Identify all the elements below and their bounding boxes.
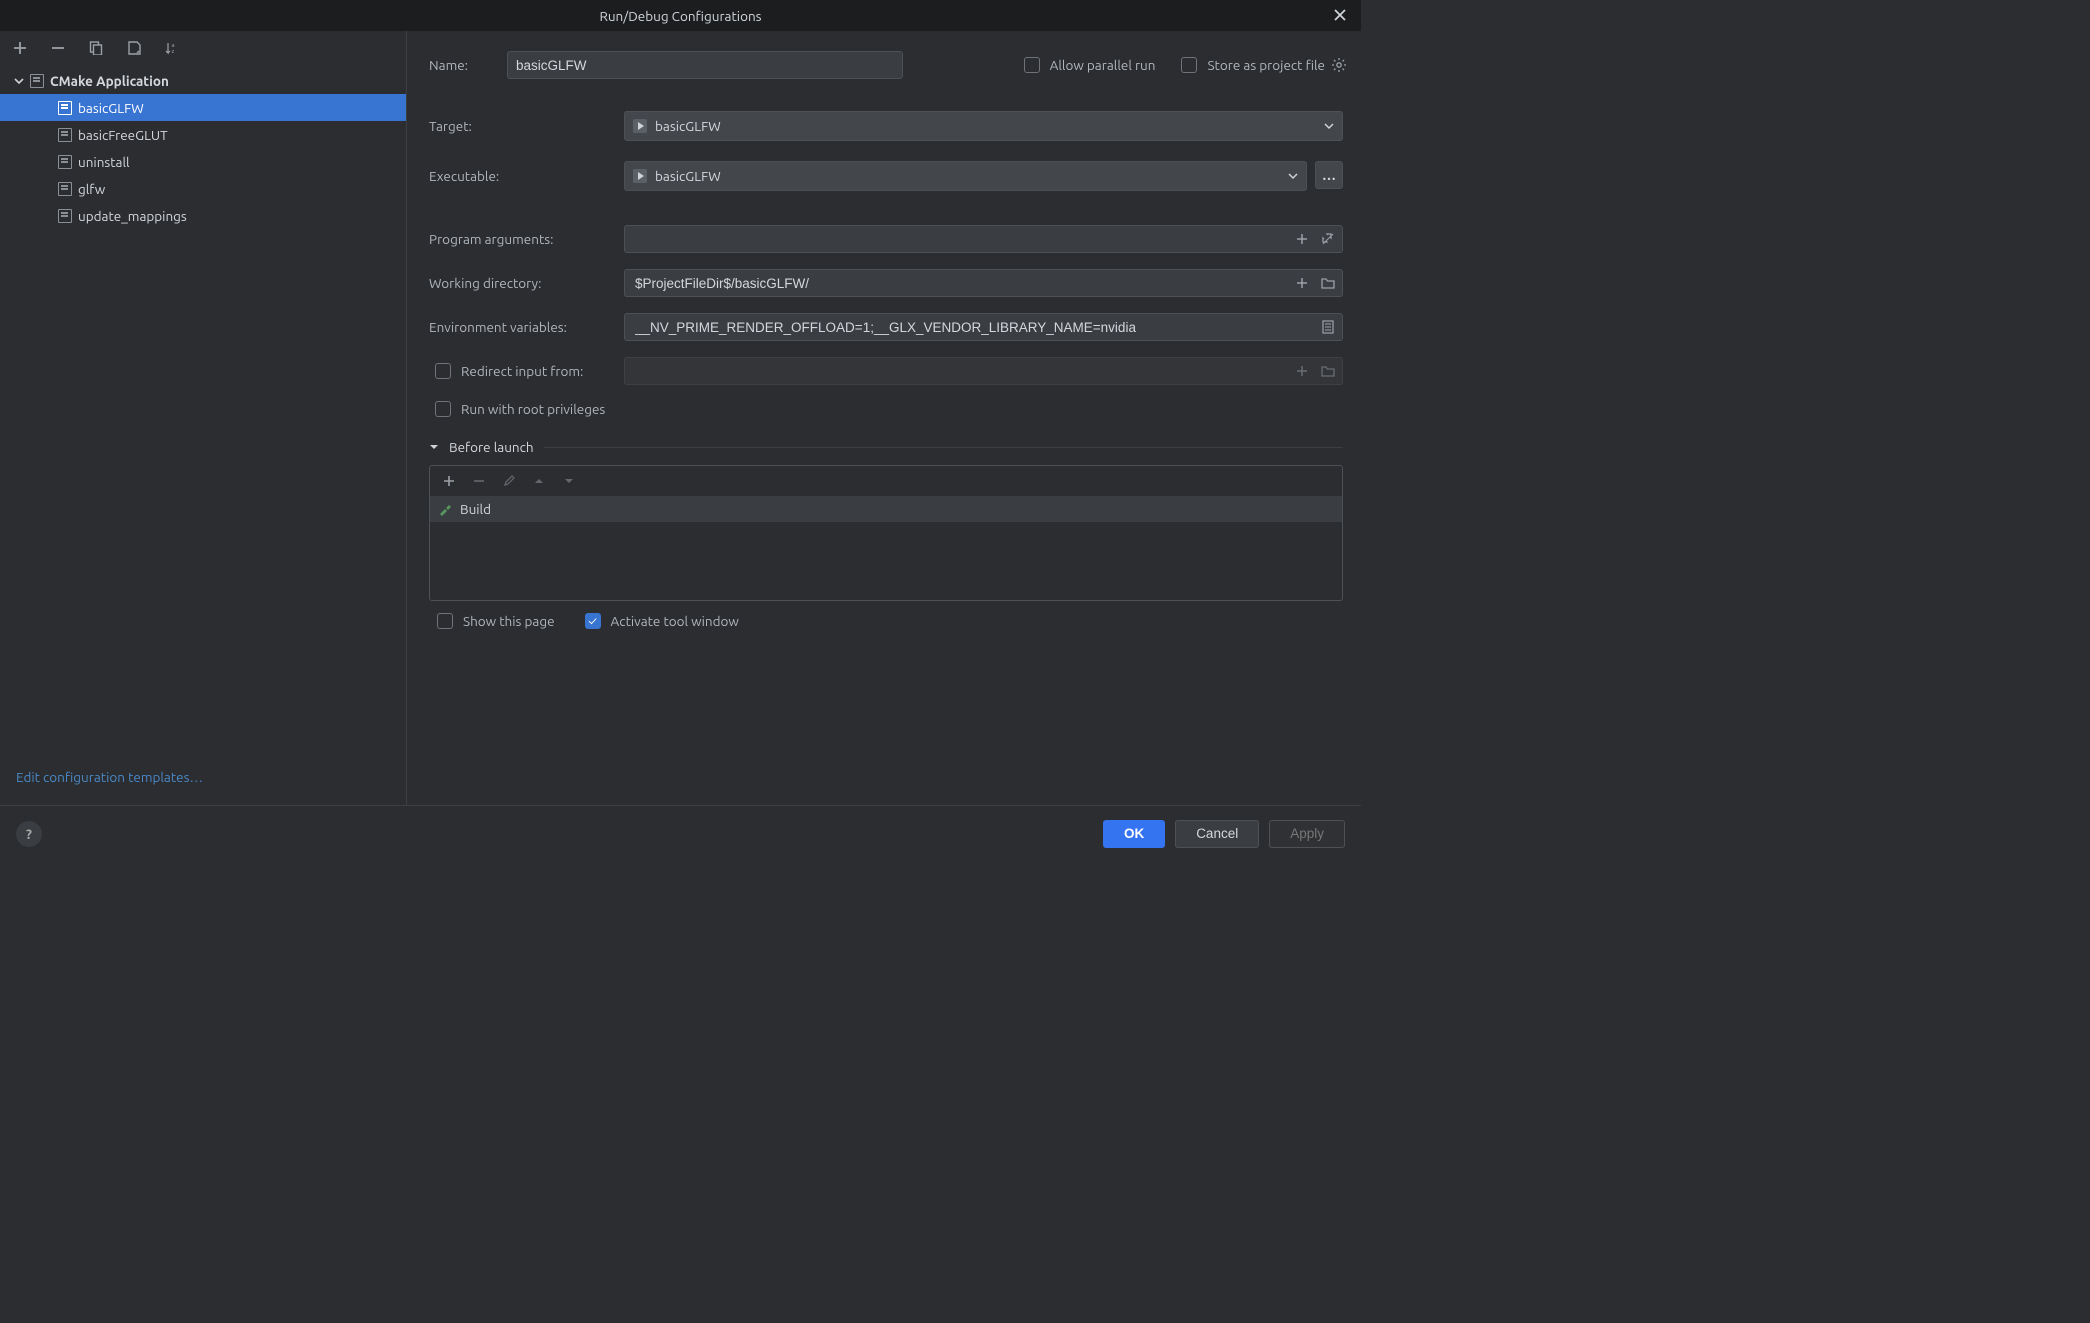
apply-button[interactable]: Apply	[1269, 820, 1345, 848]
tree-item-label: update_mappings	[78, 208, 187, 224]
allow-parallel-checkbox[interactable]: Allow parallel run	[1024, 57, 1156, 73]
env-label: Environment variables:	[429, 319, 624, 335]
redirect-path-input[interactable]	[633, 363, 1292, 380]
redirect-input-label: Redirect input from:	[461, 363, 583, 379]
tree-item-update-mappings[interactable]: update_mappings	[0, 202, 406, 229]
before-launch-label: Before launch	[449, 439, 534, 455]
target-select[interactable]: basicGLFW	[624, 111, 1343, 141]
redirect-input-checkbox[interactable]: Redirect input from:	[429, 363, 624, 379]
svg-text:z: z	[172, 48, 175, 55]
tree-item-label: basicGLFW	[78, 100, 144, 116]
bl-up-button[interactable]	[530, 472, 548, 490]
show-this-page-label: Show this page	[463, 613, 555, 629]
tree-item-label: uninstall	[78, 154, 130, 170]
cancel-button[interactable]: Cancel	[1175, 820, 1259, 848]
wd-label: Working directory:	[429, 275, 624, 291]
name-input[interactable]	[507, 51, 903, 79]
args-input[interactable]	[633, 231, 1292, 248]
chevron-down-icon	[1288, 171, 1298, 181]
store-as-project-checkbox[interactable]: Store as project file	[1181, 57, 1325, 73]
list-icon[interactable]	[1318, 317, 1338, 337]
divider	[544, 447, 1343, 448]
target-icon	[633, 119, 647, 133]
executable-browse-button[interactable]: …	[1315, 161, 1343, 189]
folder-icon[interactable]	[1318, 361, 1338, 381]
main-panel: Name: Allow parallel run Store as projec…	[407, 31, 1361, 805]
run-config-icon	[58, 182, 72, 196]
run-config-icon	[58, 209, 72, 223]
dialog-title: Run/Debug Configurations	[599, 8, 761, 24]
store-as-project-label: Store as project file	[1207, 57, 1325, 73]
copy-config-button[interactable]	[86, 38, 106, 58]
bl-add-button[interactable]	[440, 472, 458, 490]
tree-item-label: glfw	[78, 181, 105, 197]
run-config-icon	[58, 101, 72, 115]
add-config-button[interactable]	[10, 38, 30, 58]
before-launch-list: Build	[429, 465, 1343, 601]
activate-tool-window-label: Activate tool window	[611, 613, 739, 629]
remove-config-button[interactable]	[48, 38, 68, 58]
tree-item-glfw[interactable]: glfw	[0, 175, 406, 202]
folder-icon[interactable]	[1318, 273, 1338, 293]
sidebar-toolbar: az	[0, 31, 406, 63]
tree-item-basicglfw[interactable]: basicGLFW	[0, 94, 406, 121]
env-input-wrap	[624, 313, 1343, 341]
executable-select[interactable]: basicGLFW	[624, 161, 1307, 191]
ok-button[interactable]: OK	[1103, 820, 1165, 848]
activate-tool-window-checkbox[interactable]: ✓ Activate tool window	[585, 613, 739, 629]
executable-icon	[633, 169, 647, 183]
gear-icon[interactable]	[1331, 57, 1347, 73]
executable-value: basicGLFW	[655, 168, 721, 184]
redirect-path-wrap	[624, 357, 1343, 385]
wd-input[interactable]	[633, 275, 1292, 292]
dialog-button-bar: ? OK Cancel Apply	[0, 805, 1361, 861]
bl-down-button[interactable]	[560, 472, 578, 490]
tree-category-label: CMake Application	[50, 73, 169, 89]
before-launch-toolbar	[430, 466, 1342, 496]
run-config-icon	[58, 155, 72, 169]
tree-item-basicfreeglut[interactable]: basicFreeGLUT	[0, 121, 406, 148]
chevron-down-icon	[1324, 121, 1334, 131]
before-launch-header[interactable]: Before launch	[429, 439, 1343, 455]
config-tree: CMake Application basicGLFW basicFreeGLU…	[0, 63, 406, 759]
insert-macro-icon[interactable]	[1292, 229, 1312, 249]
sidebar: az CMake Application basicGLFW basicFree…	[0, 31, 407, 805]
target-value: basicGLFW	[655, 118, 721, 134]
hammer-icon	[438, 502, 452, 516]
close-icon[interactable]	[1329, 4, 1351, 26]
env-input[interactable]	[633, 319, 1318, 336]
sort-config-button[interactable]: az	[162, 38, 182, 58]
run-as-root-checkbox[interactable]: Run with root privileges	[429, 401, 605, 417]
save-config-button[interactable]	[124, 38, 144, 58]
before-launch-item-label: Build	[460, 501, 491, 517]
allow-parallel-label: Allow parallel run	[1050, 57, 1156, 73]
expand-icon[interactable]	[1318, 229, 1338, 249]
args-input-wrap	[624, 225, 1343, 253]
insert-macro-icon[interactable]	[1292, 273, 1312, 293]
help-button[interactable]: ?	[16, 821, 42, 847]
name-label: Name:	[429, 57, 507, 73]
wd-input-wrap	[624, 269, 1343, 297]
tree-item-uninstall[interactable]: uninstall	[0, 148, 406, 175]
run-as-root-label: Run with root privileges	[461, 401, 605, 417]
tree-category-cmake[interactable]: CMake Application	[0, 67, 406, 94]
bl-remove-button[interactable]	[470, 472, 488, 490]
before-launch-item-build[interactable]: Build	[430, 496, 1342, 522]
args-label: Program arguments:	[429, 231, 624, 247]
edit-templates-link[interactable]: Edit configuration templates…	[16, 769, 203, 785]
tree-item-label: basicFreeGLUT	[78, 127, 168, 143]
cmake-category-icon	[30, 74, 44, 88]
bl-edit-button[interactable]	[500, 472, 518, 490]
executable-label: Executable:	[429, 168, 624, 184]
titlebar: Run/Debug Configurations	[0, 0, 1361, 31]
insert-macro-icon[interactable]	[1292, 361, 1312, 381]
target-label: Target:	[429, 118, 624, 134]
show-this-page-checkbox[interactable]: Show this page	[437, 613, 555, 629]
run-config-icon	[58, 128, 72, 142]
